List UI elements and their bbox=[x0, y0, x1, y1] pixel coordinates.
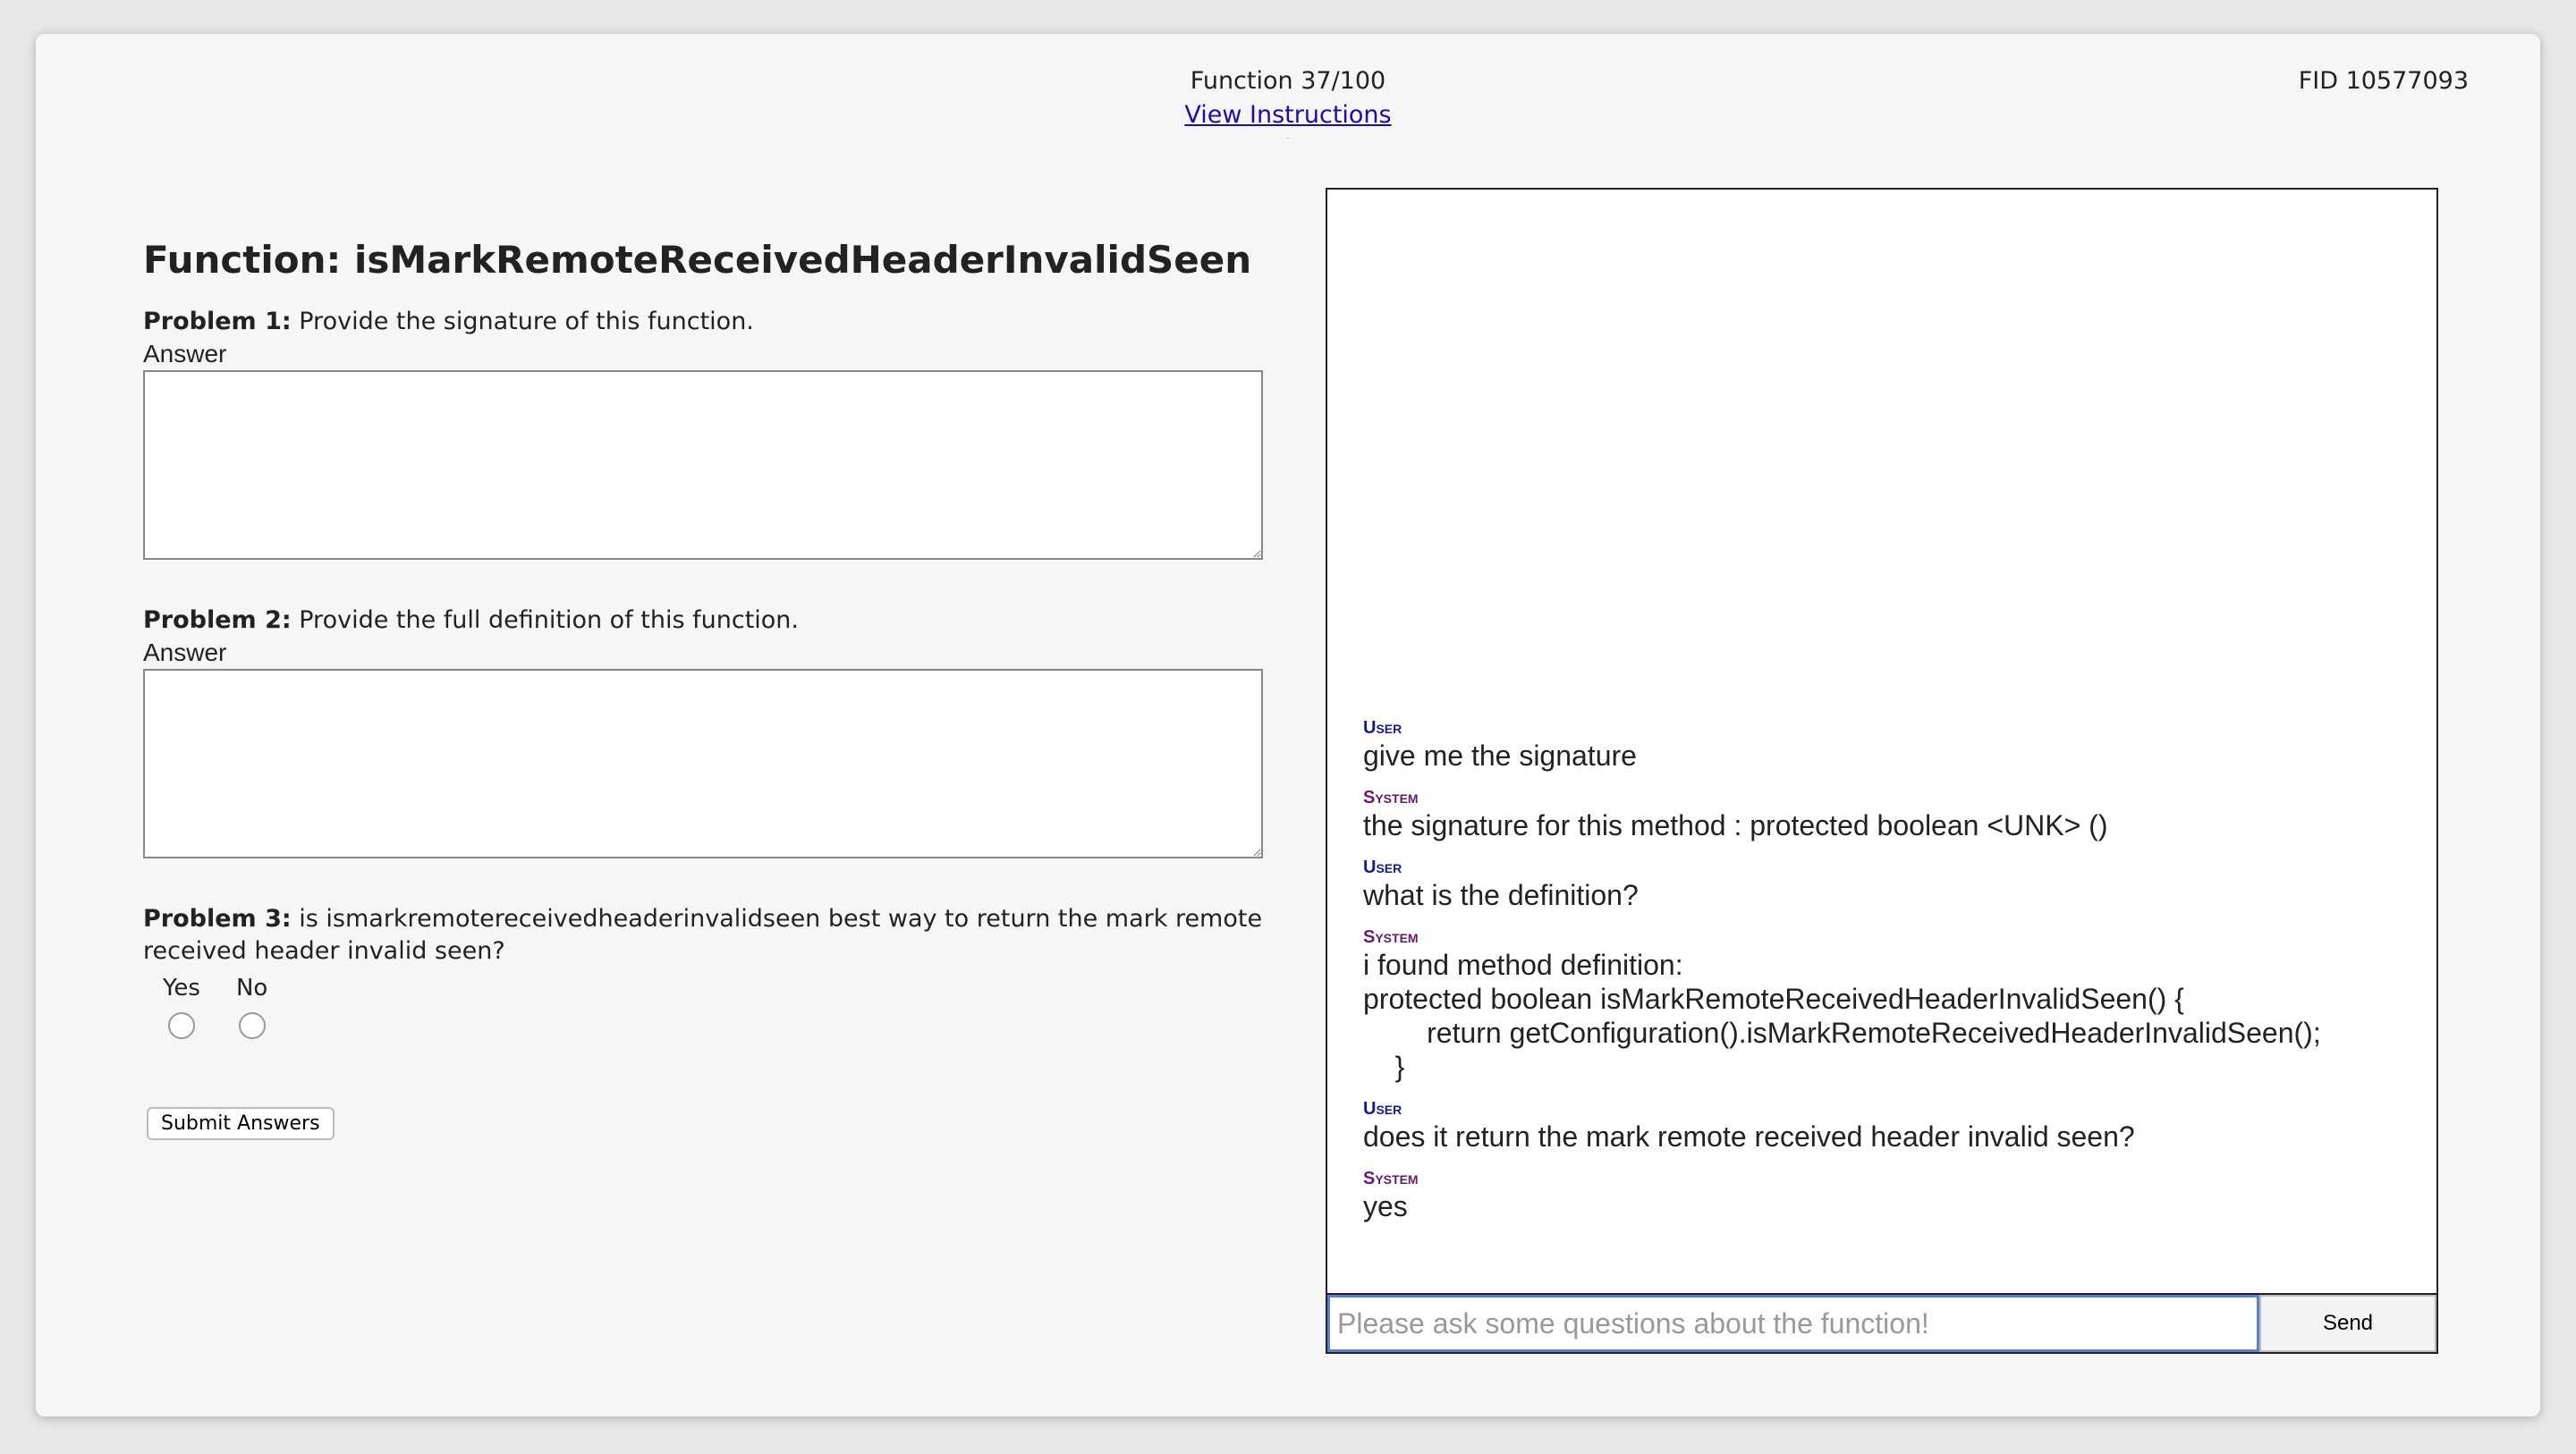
problem-2-answer-field[interactable] bbox=[143, 669, 1263, 858]
problem-1-text: Provide the signature of this function. bbox=[291, 308, 754, 335]
option-yes-label: Yes bbox=[163, 975, 200, 1002]
problem-2-label: Problem 2: bbox=[143, 606, 292, 634]
chat-message: System the signature for this method : p… bbox=[1363, 787, 2410, 842]
chat-question-input[interactable] bbox=[1327, 1295, 2259, 1352]
option-no-label: No bbox=[235, 975, 268, 1002]
message-text: does it return the mark remote received … bbox=[1363, 1120, 2135, 1153]
problem-1-answer-field[interactable] bbox=[143, 370, 1263, 560]
function-title: Function: isMarkRemoteReceivedHeaderInva… bbox=[143, 238, 1252, 282]
radio-yes[interactable] bbox=[167, 1012, 195, 1039]
problem-3-options: Yes No bbox=[163, 975, 1263, 1039]
chat-message: User what is the definition? bbox=[1363, 857, 2410, 912]
chat-panel: User give me the signature System the si… bbox=[1326, 188, 2438, 1354]
chat-message: System i found method definition: protec… bbox=[1363, 926, 2410, 1084]
radio-no[interactable] bbox=[238, 1012, 266, 1039]
problem-2-answer-label: Answer bbox=[143, 638, 227, 666]
send-button[interactable]: Send bbox=[2259, 1295, 2436, 1352]
chat-message: User give me the signature bbox=[1363, 717, 2410, 773]
message-text: yes bbox=[1363, 1190, 1408, 1222]
problem-1-label: Problem 1: bbox=[143, 308, 292, 335]
message-sender: User bbox=[1363, 858, 1402, 877]
problem-3-label: Problem 3: bbox=[143, 905, 292, 933]
chat-input-row: Send bbox=[1327, 1293, 2436, 1352]
problems-panel: Function: isMarkRemoteReceivedHeaderInva… bbox=[143, 213, 1263, 1140]
fid-label: FID 10577093 bbox=[2298, 67, 2469, 95]
message-sender: User bbox=[1363, 718, 1402, 738]
problem-1: Problem 1: Provide the signature of this… bbox=[143, 306, 1263, 338]
message-sender: System bbox=[1363, 788, 1419, 807]
problem-1-answer-label: Answer bbox=[143, 340, 227, 368]
message-text: what is the definition? bbox=[1363, 879, 1639, 911]
message-text: i found method definition: protected boo… bbox=[1363, 949, 2321, 1083]
problem-3: Problem 3: is ismarkremotereceivedheader… bbox=[143, 903, 1263, 968]
function-counter: Function 37/100 bbox=[1190, 67, 1386, 95]
option-yes[interactable]: Yes bbox=[163, 975, 200, 1039]
chat-message: System yes bbox=[1363, 1168, 2410, 1223]
message-sender: System bbox=[1363, 1169, 1419, 1188]
chat-message: User does it return the mark remote rece… bbox=[1363, 1098, 2410, 1154]
problem-2: Problem 2: Provide the full definition o… bbox=[143, 604, 1263, 637]
option-no[interactable]: No bbox=[236, 975, 267, 1039]
chat-messages: User give me the signature System the si… bbox=[1363, 717, 2410, 1238]
problem-3-text: is ismarkremotereceivedheaderinvalidseen… bbox=[143, 905, 1263, 965]
message-text: the signature for this method : protecte… bbox=[1363, 809, 2108, 841]
header: Function 37/100 View Instructions . bbox=[36, 64, 2540, 141]
message-sender: System bbox=[1363, 927, 1419, 947]
divider-dot: . bbox=[1286, 131, 1290, 141]
message-sender: User bbox=[1363, 1099, 1402, 1119]
submit-answers-button[interactable]: Submit Answers bbox=[147, 1107, 335, 1140]
view-instructions-link[interactable]: View Instructions bbox=[1184, 101, 1391, 129]
problem-2-text: Provide the full definition of this func… bbox=[291, 606, 800, 634]
app-window: Function 37/100 View Instructions . FID … bbox=[36, 34, 2540, 1416]
message-text: give me the signature bbox=[1363, 740, 1637, 772]
